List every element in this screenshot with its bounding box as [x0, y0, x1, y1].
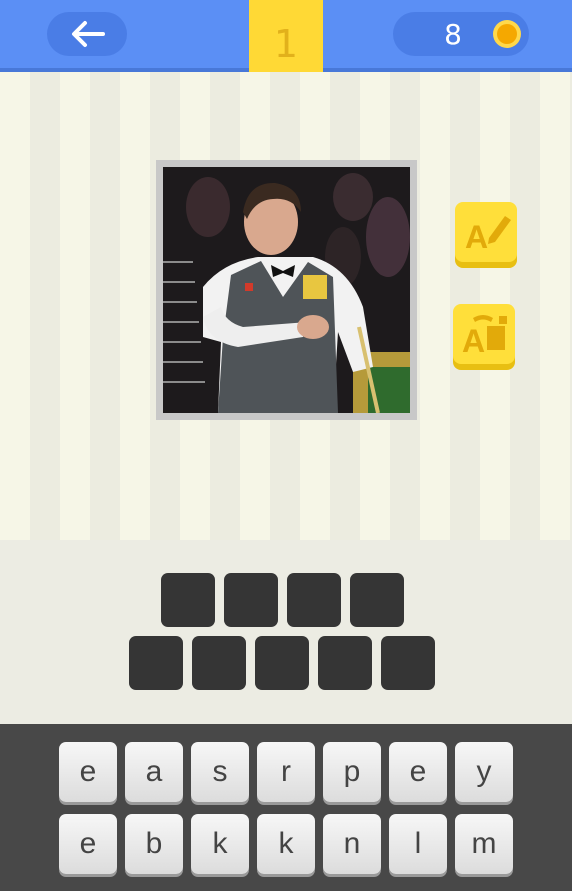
letter-keyboard: e a s r p e y e b k k n l m [0, 724, 572, 891]
reveal-letter-icon[interactable]: A [455, 202, 517, 268]
coin-counter[interactable]: 8 [393, 12, 529, 56]
letter-key[interactable]: m [455, 814, 513, 874]
letter-key[interactable]: p [323, 742, 381, 802]
level-number: 1 [273, 22, 299, 66]
letter-key[interactable]: r [257, 742, 315, 802]
arrow-left-icon [72, 21, 105, 47]
svg-text:A: A [462, 323, 485, 359]
remove-letters-icon[interactable]: A [453, 304, 515, 370]
letter-key[interactable]: e [59, 742, 117, 802]
letter-key[interactable]: k [257, 814, 315, 874]
answer-slot[interactable] [381, 636, 435, 690]
answer-area [0, 540, 572, 724]
coin-icon [493, 20, 521, 48]
svg-text:A: A [465, 219, 488, 255]
answer-slot[interactable] [224, 573, 278, 627]
letter-key[interactable]: k [191, 814, 249, 874]
answer-slot[interactable] [255, 636, 309, 690]
letter-key[interactable]: s [191, 742, 249, 802]
answer-slot[interactable] [192, 636, 246, 690]
letter-key[interactable]: y [455, 742, 513, 802]
answer-slot[interactable] [161, 573, 215, 627]
letter-key[interactable]: l [389, 814, 447, 874]
letter-key[interactable]: e [389, 742, 447, 802]
letter-key[interactable]: a [125, 742, 183, 802]
coin-count: 8 [444, 18, 462, 51]
back-button[interactable] [47, 12, 127, 56]
letter-key[interactable]: b [125, 814, 183, 874]
answer-slot[interactable] [318, 636, 372, 690]
puzzle-image-frame [156, 160, 417, 420]
answer-slot[interactable] [287, 573, 341, 627]
answer-slot[interactable] [350, 573, 404, 627]
snooker-player-photo [163, 167, 410, 413]
letter-key[interactable]: n [323, 814, 381, 874]
answer-slot[interactable] [129, 636, 183, 690]
puzzle-area: A A [0, 72, 572, 540]
letter-key[interactable]: e [59, 814, 117, 874]
